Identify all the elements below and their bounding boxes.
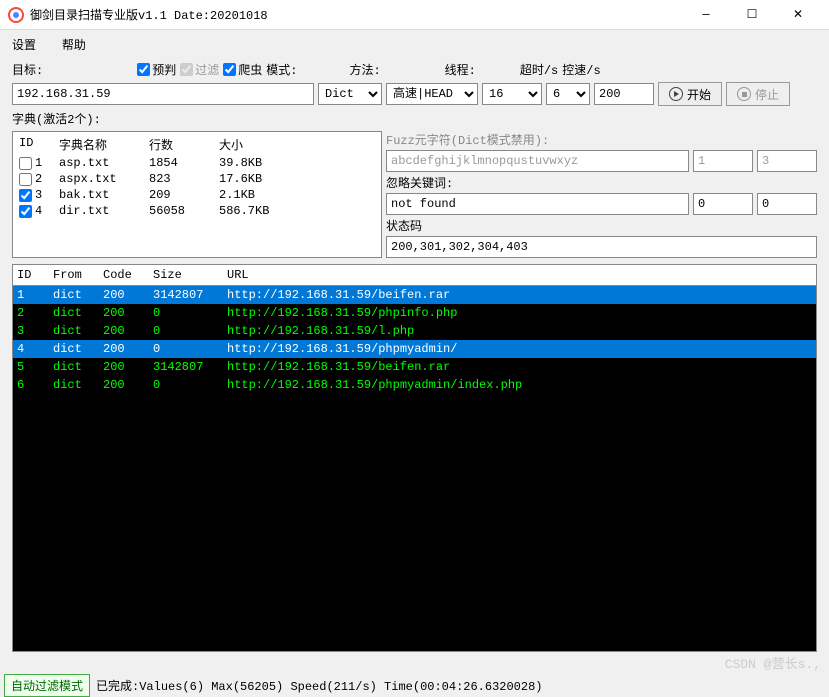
dict-checkbox[interactable]: [19, 189, 32, 202]
minimize-button[interactable]: ─: [683, 0, 729, 30]
threads-label: 线程:: [445, 61, 476, 78]
ignore-n2[interactable]: [757, 193, 817, 215]
result-row[interactable]: 4dict2000http://192.168.31.59/phpmyadmin…: [13, 340, 816, 358]
timeout-label: 超时/s: [520, 61, 558, 78]
statuscode-label: 状态码: [386, 217, 422, 234]
dict-row[interactable]: 1asp.txt185439.8KB: [15, 155, 379, 171]
dict-header: ID 字典名称 行数 大小: [15, 134, 379, 155]
result-row[interactable]: 2dict2000http://192.168.31.59/phpinfo.ph…: [13, 304, 816, 322]
fuzz-label: Fuzz元字符(Dict模式禁用):: [386, 131, 549, 148]
close-button[interactable]: ✕: [775, 0, 821, 30]
menu-settings[interactable]: 设置: [12, 39, 36, 53]
dict-row[interactable]: 4dir.txt56058586.7KB: [15, 203, 379, 219]
ignore-input[interactable]: [386, 193, 689, 215]
timeout-select[interactable]: 6: [546, 83, 590, 105]
fuzz-n2: [757, 150, 817, 172]
fuzz-input: [386, 150, 689, 172]
start-button[interactable]: 开始: [658, 82, 722, 106]
method-select[interactable]: 高速|HEAD: [386, 83, 478, 105]
method-label: 方法:: [349, 61, 380, 78]
filter-checkbox[interactable]: 过滤: [180, 61, 219, 78]
maximize-button[interactable]: ☐: [729, 0, 775, 30]
stop-button[interactable]: 停止: [726, 82, 790, 106]
target-input[interactable]: [12, 83, 314, 105]
play-icon: [669, 87, 683, 101]
dict-row[interactable]: 3bak.txt2092.1KB: [15, 187, 379, 203]
ignore-label: 忽略关键词:: [386, 174, 453, 191]
fuzz-n1: [693, 150, 753, 172]
spider-checkbox[interactable]: 爬虫: [223, 61, 262, 78]
results-panel: ID From Code Size URL 1dict2003142807htt…: [12, 264, 817, 652]
target-label: 目标:: [12, 61, 43, 78]
prejudge-checkbox[interactable]: 预判: [137, 61, 176, 78]
window-title: 御剑目录扫描专业版v1.1 Date:20201018: [30, 6, 683, 23]
titlebar: 御剑目录扫描专业版v1.1 Date:20201018 ─ ☐ ✕: [0, 0, 829, 30]
dict-panel: ID 字典名称 行数 大小 1asp.txt185439.8KB 2aspx.t…: [12, 131, 382, 258]
mode-label: 模式:: [266, 61, 297, 78]
filter-mode-button[interactable]: 自动过滤模式: [4, 674, 90, 697]
dict-checkbox[interactable]: [19, 157, 32, 170]
right-panel: Fuzz元字符(Dict模式禁用): 忽略关键词: 状态码: [386, 131, 817, 258]
statuscode-input[interactable]: [386, 236, 817, 258]
result-row[interactable]: 6dict2000http://192.168.31.59/phpmyadmin…: [13, 376, 816, 394]
menu-help[interactable]: 帮助: [62, 39, 86, 53]
status-text: 已完成:Values(6) Max(56205) Speed(211/s) Ti…: [96, 677, 542, 694]
dict-checkbox[interactable]: [19, 173, 32, 186]
result-row[interactable]: 1dict2003142807http://192.168.31.59/beif…: [13, 286, 816, 304]
statusbar: 自动过滤模式 已完成:Values(6) Max(56205) Speed(21…: [0, 674, 829, 696]
result-row[interactable]: 5dict2003142807http://192.168.31.59/beif…: [13, 358, 816, 376]
watermark: CSDN @营长s.,: [725, 653, 821, 672]
speedlimit-label: 控速/s: [562, 61, 600, 78]
stop-icon: [737, 87, 751, 101]
result-row[interactable]: 3dict2000http://192.168.31.59/l.php: [13, 322, 816, 340]
ignore-n1[interactable]: [693, 193, 753, 215]
app-icon: [8, 7, 24, 23]
results-header: ID From Code Size URL: [13, 265, 816, 286]
threads-select[interactable]: 16: [482, 83, 542, 105]
mode-select[interactable]: Dict: [318, 83, 382, 105]
menubar: 设置 帮助: [0, 30, 829, 59]
dict-active-label: 字典(激活2个):: [12, 113, 101, 127]
dict-row[interactable]: 2aspx.txt82317.6KB: [15, 171, 379, 187]
dict-checkbox[interactable]: [19, 205, 32, 218]
speedlimit-input[interactable]: [594, 83, 654, 105]
